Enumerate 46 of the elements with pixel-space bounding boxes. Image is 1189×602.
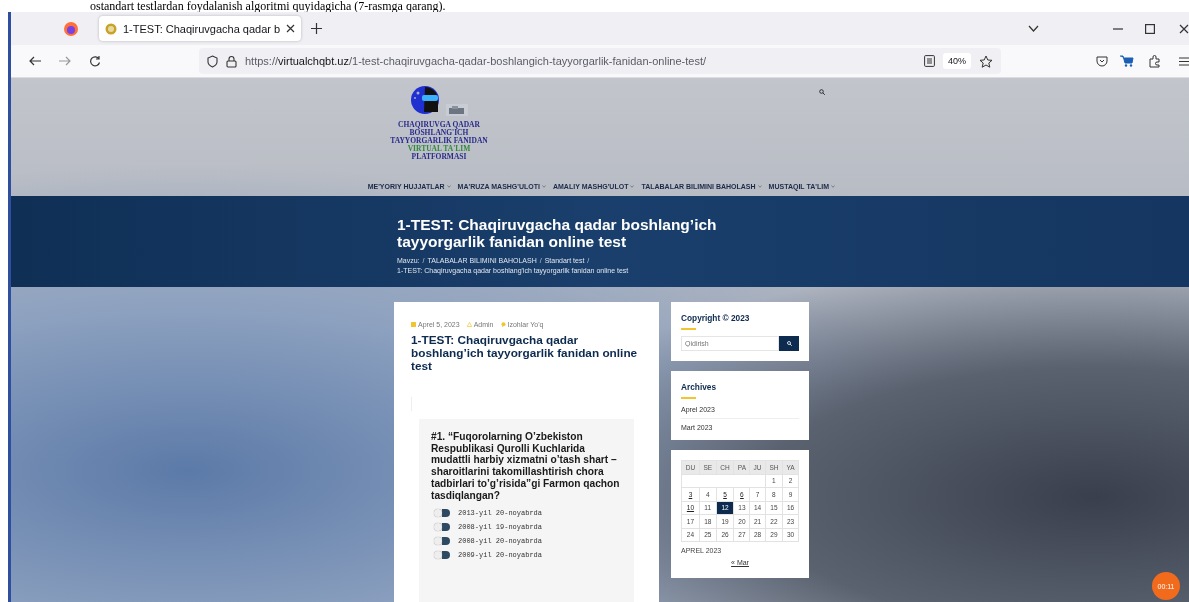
building-thumbnail-icon	[446, 104, 468, 116]
minimize-icon[interactable]	[1113, 27, 1123, 30]
toggle-switch[interactable]	[434, 523, 450, 532]
close-icon[interactable]	[1179, 23, 1189, 34]
page-title: 1-TEST: Chaqiruvgacha qadar boshlang’ich tayyorgarlik fanidan online test	[397, 215, 718, 250]
reload-icon[interactable]	[89, 55, 101, 67]
forward-arrow-icon[interactable]	[59, 56, 71, 66]
calendar-icon	[411, 322, 416, 327]
caret-icon	[757, 184, 762, 188]
puzzle-piece-icon[interactable]	[1148, 54, 1161, 68]
shield-icon[interactable]	[207, 54, 218, 68]
chevron-down-icon[interactable]	[1028, 25, 1039, 32]
caret-icon	[630, 184, 635, 188]
post-title: 1-TEST: Chaqiruvgacha qadar boshlang’ich tayyorgarlik fanidan online test	[411, 334, 639, 373]
url-text: https://virtualchqbt.uz/1-test-chaqiruvgacha-qadar-boshlangich-tayyorgarlik-fanidan-online-test/	[245, 55, 708, 67]
widget-title: Archives	[681, 382, 718, 392]
caret-icon	[542, 184, 546, 188]
caret-icon	[446, 184, 451, 188]
question-text: #1. “Fuqorolarning O’zbekiston Respublikasi Qurolli Kuchlarida mudattli harbiy xizmatni o’tash shart – sharoitlarini takomillashtirish chora tadbirlari to’g’risida”gi Farmon qachon tasdiqlangan?	[431, 431, 621, 502]
menu-icon[interactable]	[1179, 56, 1189, 66]
user-icon	[466, 322, 472, 327]
site-favicon-icon	[105, 22, 117, 35]
zoom-level-button[interactable]: 40%	[943, 53, 971, 69]
shopping-cart-icon[interactable]	[1120, 55, 1134, 67]
address-bar[interactable]: https://virtualchqbt.uz/1-test-chaqiruvgacha-qadar-boshlangich-tayyorgarlik-fanidan-online-test/ 40%	[199, 48, 1001, 74]
toggle-switch[interactable]	[434, 551, 450, 560]
close-icon[interactable]	[286, 24, 296, 33]
caret-icon	[831, 184, 835, 188]
toggle-switch[interactable]	[434, 509, 450, 518]
browser-tab[interactable]: 1-TEST: Chaqiruvgacha qadar b	[99, 16, 302, 41]
bookmark-star-icon[interactable]	[979, 54, 993, 68]
widget-title: Copyright © 2023	[681, 313, 751, 323]
new-tab-icon[interactable]	[311, 23, 323, 34]
reader-view-icon[interactable]	[924, 55, 935, 67]
back-arrow-icon[interactable]	[29, 56, 41, 66]
search-icon	[786, 341, 792, 346]
maximize-icon[interactable]	[1145, 23, 1155, 34]
comment-icon	[500, 322, 506, 327]
helmet-logo-icon	[410, 84, 440, 116]
document-caption-text: ostandart testlardan foydalanish algoritmi quyidagicha (7-rasmga qarang).	[89, 0, 447, 12]
browser-logo-icon[interactable]	[63, 20, 79, 37]
search-icon[interactable]	[819, 89, 825, 95]
pocket-icon[interactable]	[1096, 55, 1108, 67]
toggle-switch[interactable]	[434, 537, 450, 546]
lock-icon[interactable]	[226, 54, 237, 68]
search-button[interactable]	[779, 336, 799, 351]
